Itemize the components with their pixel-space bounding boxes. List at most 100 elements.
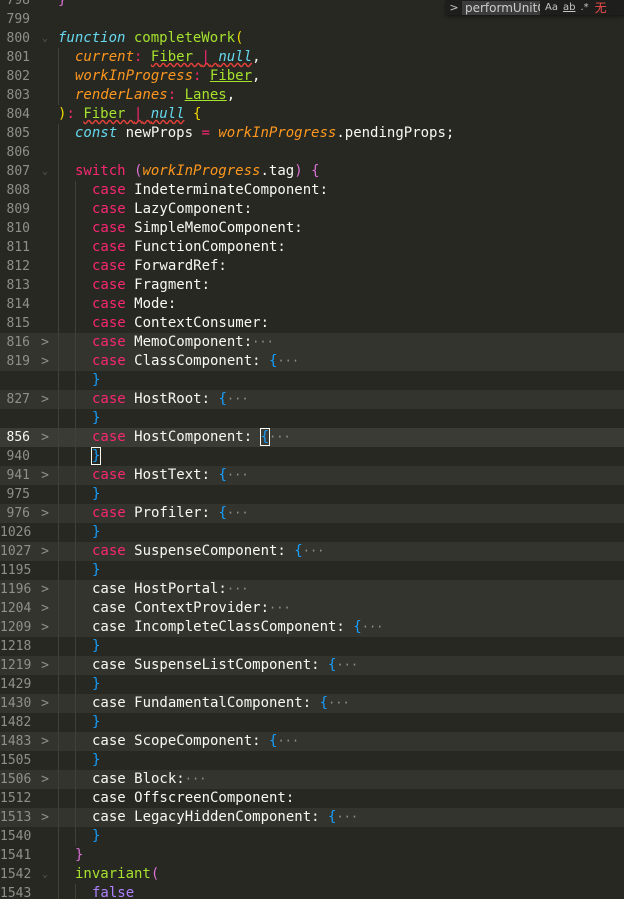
folded-ellipsis[interactable]: ··· [227, 392, 249, 406]
code-line[interactable]: 811 case FunctionComponent: [0, 238, 624, 257]
code-line[interactable]: 803 renderLanes: Lanes, [0, 86, 624, 105]
fold-expand-icon[interactable]: > [38, 694, 52, 713]
code-token: } [92, 562, 101, 578]
indent-guide [75, 295, 76, 314]
code-line[interactable]: 940} [0, 447, 624, 466]
folded-ellipsis[interactable]: ··· [227, 468, 249, 482]
fold-expand-icon[interactable]: > [38, 542, 52, 561]
code-line[interactable]: 856 > case HostComponent: {··· [0, 428, 624, 447]
code-line[interactable]: 815 case ContextConsumer: [0, 314, 624, 333]
code-line[interactable]: 801 current: Fiber | null, [0, 48, 624, 67]
code-line[interactable]: 814 case Mode: [0, 295, 624, 314]
folded-ellipsis[interactable]: ··· [269, 601, 291, 615]
code-line[interactable]: 819 > case ClassComponent: {··· [0, 352, 624, 371]
code-line[interactable]: 941 > case HostText: {··· [0, 466, 624, 485]
fold-expand-icon[interactable]: > [38, 390, 52, 409]
fold-expand-icon[interactable]: > [38, 732, 52, 751]
folded-ellipsis[interactable]: ··· [328, 696, 350, 710]
toggle-replace-chevron-icon[interactable]: > [446, 1, 462, 14]
code-line[interactable]: 1027 > case SuspenseComponent: {··· [0, 542, 624, 561]
code-line[interactable]: 1204 > case ContextProvider:··· [0, 599, 624, 618]
code-editor[interactable]: 798} 799 800 ⌄ function completeWork(801 curr… [0, 0, 624, 899]
code-line[interactable]: 800 ⌄ function completeWork( [0, 29, 624, 48]
code-line[interactable]: 1542 ⌄ invariant( [0, 865, 624, 884]
code-line[interactable]: 806 [0, 143, 624, 162]
use-regex-icon[interactable]: .* [580, 2, 588, 13]
code-line[interactable]: 1540} [0, 827, 624, 846]
code-line[interactable]: 976 > case Profiler: {··· [0, 504, 624, 523]
line-number: 798 [6, 0, 30, 8]
line-number: 975 [6, 487, 30, 502]
indent-guide [75, 257, 76, 276]
code-line[interactable]: 1430 > case FundamentalComponent: {··· [0, 694, 624, 713]
code-line[interactable]: } [0, 409, 624, 428]
folded-ellipsis[interactable]: ··· [277, 734, 299, 748]
code-line[interactable]: 807 ⌄ switch (workInProgress.tag) { [0, 162, 624, 181]
code-line[interactable]: 808 case IndeterminateComponent: [0, 181, 624, 200]
folded-ellipsis[interactable]: ··· [336, 658, 358, 672]
folded-ellipsis[interactable]: ··· [269, 430, 291, 444]
code-text: current: Fiber | null, [75, 48, 261, 67]
code-line[interactable]: 1541} [0, 846, 624, 865]
code-line[interactable]: } [0, 371, 624, 390]
indent-guide [75, 808, 76, 827]
folded-ellipsis[interactable]: ··· [362, 620, 384, 634]
code-text: case OffscreenComponent: [92, 789, 294, 808]
code-line[interactable]: 802 workInProgress: Fiber, [0, 67, 624, 86]
code-line[interactable]: 816 > case MemoComponent:··· [0, 333, 624, 352]
code-line[interactable]: 1483 > case ScopeComponent: {··· [0, 732, 624, 751]
code-line[interactable]: 827 > case HostRoot: {··· [0, 390, 624, 409]
fold-collapse-icon[interactable]: ⌄ [38, 865, 52, 884]
folded-ellipsis[interactable]: ··· [185, 772, 207, 786]
fold-collapse-icon[interactable]: ⌄ [38, 29, 52, 48]
fold-expand-icon[interactable]: > [38, 599, 52, 618]
code-line[interactable]: 1195} [0, 561, 624, 580]
fold-expand-icon[interactable]: > [38, 770, 52, 789]
code-line[interactable]: 805 const newProps = workInProgress.pendi… [0, 124, 624, 143]
code-line[interactable]: 975} [0, 485, 624, 504]
code-line[interactable]: 813 case Fragment: [0, 276, 624, 295]
code-line[interactable]: 1512 case OffscreenComponent: [0, 789, 624, 808]
fold-expand-icon[interactable]: > [38, 580, 52, 599]
folded-ellipsis[interactable]: ··· [227, 582, 249, 596]
fold-collapse-icon[interactable]: ⌄ [38, 162, 52, 181]
code-line[interactable]: 1196 > case HostPortal:··· [0, 580, 624, 599]
fold-expand-icon[interactable]: > [38, 504, 52, 523]
fold-expand-icon[interactable]: > [38, 656, 52, 675]
folded-ellipsis[interactable]: ··· [277, 354, 299, 368]
code-line[interactable]: 1026} [0, 523, 624, 542]
code-line[interactable]: 1505} [0, 751, 624, 770]
indent-guide [58, 162, 59, 181]
code-token: renderLanes [75, 87, 168, 103]
fold-expand-icon[interactable]: > [38, 352, 52, 371]
code-line[interactable]: 809 case LazyComponent: [0, 200, 624, 219]
fold-expand-icon[interactable]: > [38, 466, 52, 485]
code-line[interactable]: 1482} [0, 713, 624, 732]
fold-expand-icon[interactable]: > [38, 333, 52, 352]
match-whole-word-icon[interactable]: ab [563, 2, 575, 13]
match-case-icon[interactable]: Aa [545, 2, 558, 13]
folded-ellipsis[interactable]: ··· [227, 506, 249, 520]
code-line[interactable]: 1429} [0, 675, 624, 694]
code-token: } [92, 752, 101, 768]
code-line[interactable]: 1513 > case LegacyHiddenComponent: {··· [0, 808, 624, 827]
find-input[interactable]: performUnitOfWork [462, 0, 540, 15]
code-line[interactable]: 810 case SimpleMemoComponent: [0, 219, 624, 238]
code-token: , [252, 68, 261, 84]
code-line[interactable]: 804): Fiber | null { [0, 105, 624, 124]
fold-expand-icon[interactable]: > [38, 428, 52, 447]
code-line[interactable]: 1543 false [0, 884, 624, 899]
fold-expand-icon[interactable]: > [38, 808, 52, 827]
folded-ellipsis[interactable]: ··· [252, 335, 274, 349]
code-line[interactable]: 1219 > case SuspenseListComponent: {··· [0, 656, 624, 675]
folded-ellipsis[interactable]: ··· [303, 544, 325, 558]
folded-ellipsis[interactable]: ··· [336, 810, 358, 824]
code-text: } [92, 637, 100, 656]
code-line[interactable]: 1209 > case IncompleteClassComponent: {··· [0, 618, 624, 637]
fold-expand-icon[interactable]: > [38, 618, 52, 637]
code-line[interactable]: 812 case ForwardRef: [0, 257, 624, 276]
code-token: case [92, 353, 126, 369]
code-line[interactable]: 1218} [0, 637, 624, 656]
code-line[interactable]: 1506 > case Block:··· [0, 770, 624, 789]
code-token: invariant [75, 866, 151, 882]
